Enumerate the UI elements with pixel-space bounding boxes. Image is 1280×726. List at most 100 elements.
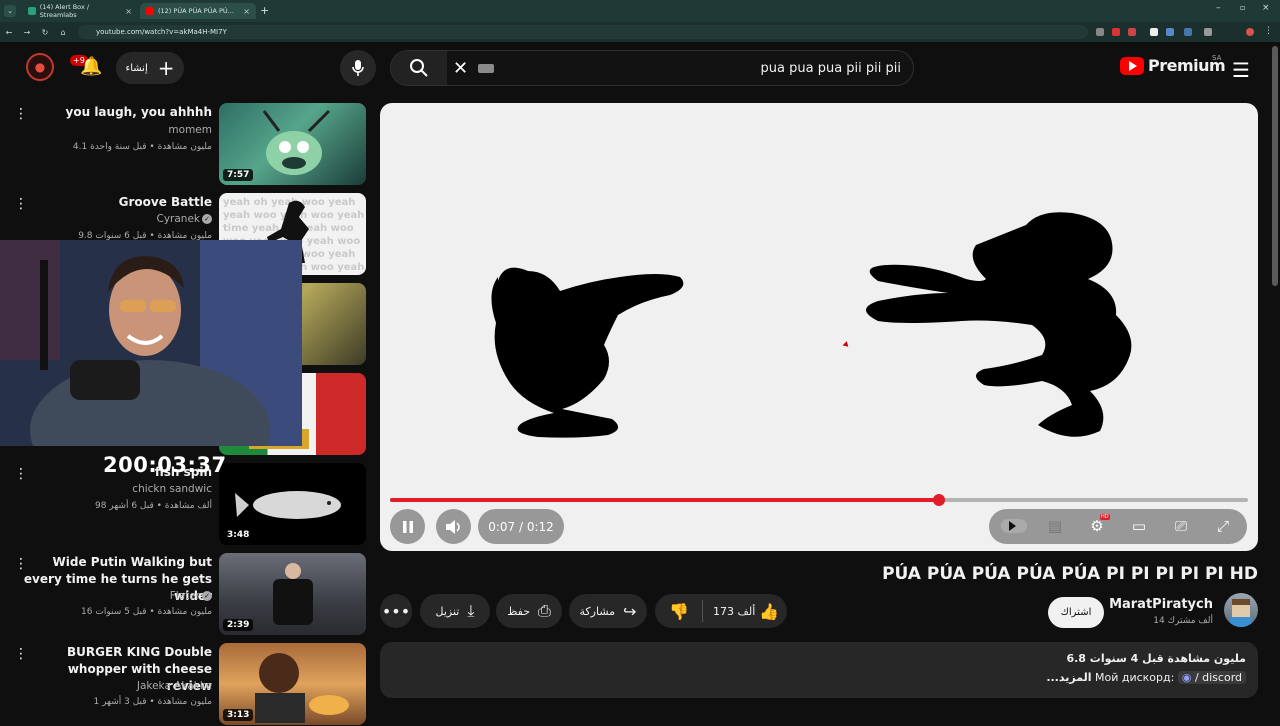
channel-name[interactable]: chickn sandwic <box>22 483 212 495</box>
extension-icon[interactable] <box>1112 28 1120 36</box>
browser-menu-icon[interactable]: ⋮ <box>1264 26 1273 36</box>
search-box: ✕ <box>390 50 914 86</box>
extension-icon[interactable] <box>1150 28 1158 36</box>
pause-button[interactable] <box>390 509 425 544</box>
video-frame-image <box>491 212 1132 438</box>
dislike-icon[interactable]: 👎 <box>669 602 689 621</box>
close-window-icon[interactable]: × <box>1262 3 1270 13</box>
notifications-bell-icon[interactable]: 🔔 <box>80 56 102 78</box>
keyboard-icon[interactable] <box>478 64 494 73</box>
tab-youtube[interactable]: (12) PÚA PÚA PÚA PÚ... × <box>140 3 256 19</box>
voice-search-mic-icon[interactable] <box>340 50 376 86</box>
discord-icon: ◉ <box>1181 671 1192 684</box>
video-title: PÚA PÚA PÚA PÚA PÚA PI PI PI PI PI HD <box>882 564 1258 584</box>
extension-icon[interactable] <box>1184 28 1192 36</box>
list-item[interactable]: ⋮ you laugh, you ahhhh momem 4.1 مليون م… <box>0 100 370 186</box>
profile-avatar[interactable] <box>1246 28 1254 36</box>
time-display: 0:07 / 0:12 <box>478 509 564 544</box>
miniplayer-icon[interactable]: ▭ <box>1129 517 1149 535</box>
progress-bar[interactable] <box>390 494 1248 506</box>
channel-name[interactable]: momem <box>22 124 212 136</box>
webcam-feed-image <box>0 240 302 446</box>
like-icon[interactable]: 👍 <box>759 602 779 621</box>
page-scrollbar[interactable] <box>1272 46 1278 286</box>
download-button[interactable]: تنزيل ⤓ <box>420 594 490 628</box>
volume-button[interactable] <box>436 509 471 544</box>
discord-link-chip[interactable]: ◉ / discord <box>1177 671 1246 684</box>
channel-name-row: Cyranek ✓ <box>22 213 212 225</box>
stream-timer: 200:03:37 <box>103 453 227 477</box>
duration-badge: 3:13 <box>223 709 254 721</box>
autoplay-toggle-icon[interactable] <box>1001 519 1027 533</box>
share-button[interactable]: مشاركة ↪ <box>569 594 647 628</box>
country-code: SA <box>1212 54 1222 62</box>
video-thumbnail[interactable]: 7:57 <box>219 103 366 185</box>
home-icon[interactable]: ⌂ <box>54 28 72 37</box>
volume-icon <box>445 519 460 534</box>
verified-check-icon: ✓ <box>202 214 212 224</box>
stream-record-icon: ● <box>26 53 54 81</box>
more-link[interactable]: ...المزيد <box>1046 671 1091 684</box>
url-text: youtube.com/watch?v=akMa4H-MI7Y <box>96 28 227 36</box>
extension-icon[interactable] <box>1096 28 1104 36</box>
channel-name[interactable]: Flater <box>170 590 200 602</box>
back-icon[interactable]: ← <box>0 28 18 37</box>
share-icon: ↪ <box>623 601 637 621</box>
tab-alert-box[interactable]: (14) Alert Box / Streamlabs × <box>22 3 138 19</box>
create-button[interactable]: إنشاء + <box>116 52 184 84</box>
video-meta: 1 مليون مشاهدة • قبل 3 أشهر <box>93 697 213 707</box>
channel-name[interactable]: Jakeka Akakke <box>22 680 212 692</box>
video-meta: 98 ألف مشاهدة • قبل 6 أشهر <box>94 501 212 511</box>
subtitles-icon[interactable]: ▤ <box>1045 517 1065 535</box>
youtube-logo-icon <box>1120 56 1144 75</box>
video-player[interactable]: 0:07 / 0:12 ▤ ⚙ HD ▭ ⎚ ⤢ <box>380 103 1258 551</box>
save-button[interactable]: حفظ ⎙ <box>496 594 562 628</box>
extension-icon[interactable] <box>1166 28 1174 36</box>
search-button[interactable] <box>391 51 447 85</box>
video-thumbnail[interactable]: 2:39 <box>219 553 366 635</box>
video-thumbnail[interactable]: 3:48 <box>219 463 366 545</box>
video-title[interactable]: Groove Battle <box>22 194 212 211</box>
hamburger-menu-icon[interactable]: ☰ <box>1232 58 1250 82</box>
create-label: إنشاء <box>125 62 148 74</box>
maximize-window-icon[interactable]: ▫ <box>1240 3 1245 12</box>
like-count: 173 ألف <box>713 604 756 618</box>
youtube-premium-logo[interactable]: Premium SA <box>1120 54 1226 75</box>
download-label: تنزيل <box>435 604 460 618</box>
pause-icon <box>402 520 413 533</box>
extension-icon[interactable] <box>1204 28 1212 36</box>
progress-scrubber[interactable] <box>933 494 946 506</box>
download-icon: ⤓ <box>467 601 475 620</box>
list-item[interactable]: ⋮ BURGER KING Double whopper with cheese… <box>0 640 370 726</box>
search-input[interactable] <box>521 57 901 79</box>
video-thumbnail[interactable]: 3:13 <box>219 643 366 725</box>
video-title[interactable]: you laugh, you ahhhh <box>22 104 212 121</box>
discord-link-text: / discord <box>1194 671 1242 684</box>
progress-fill <box>390 498 940 502</box>
forward-icon[interactable]: → <box>18 28 36 37</box>
description-box[interactable]: 6.8 مليون مشاهدة قبل 4 سنوات ...المزيد М… <box>380 642 1258 698</box>
subscribe-button[interactable]: اشتراك <box>1048 597 1104 628</box>
video-meta: 16 مليون مشاهدة • قبل 5 سنوات <box>81 607 212 617</box>
more-actions-button[interactable]: ••• <box>380 594 412 628</box>
close-tab-icon[interactable]: × <box>243 7 250 16</box>
extension-icon[interactable] <box>1128 28 1136 36</box>
address-bar[interactable]: youtube.com/watch?v=akMa4H-MI7Y <box>78 25 1088 39</box>
reload-icon[interactable]: ↻ <box>36 28 54 37</box>
fullscreen-icon[interactable]: ⤢ <box>1213 517 1233 535</box>
subscriber-count: 14 ألف مشترك <box>1153 616 1213 626</box>
description-line: ...المزيد Мой дискорд: ◉ / discord <box>1046 671 1246 684</box>
tab-label: (12) PÚA PÚA PÚA PÚ... <box>158 7 234 15</box>
cast-icon[interactable]: ⎚ <box>1171 517 1191 535</box>
channel-name[interactable]: Cyranek <box>157 213 201 225</box>
clear-search-icon[interactable]: ✕ <box>453 58 468 79</box>
tab-list-button[interactable]: ⌄ <box>4 5 16 17</box>
channel-name[interactable]: MaratPiratych <box>1109 597 1213 612</box>
new-tab-button[interactable]: + <box>260 4 269 17</box>
close-tab-icon[interactable]: × <box>125 7 132 16</box>
duration-badge: 2:39 <box>223 619 254 631</box>
bookmark-icon: ⎙ <box>538 601 551 620</box>
channel-avatar[interactable] <box>1224 593 1258 627</box>
minimize-window-icon[interactable]: – <box>1216 3 1221 13</box>
list-item[interactable]: ⋮ Wide Putin Walking but every time he t… <box>0 550 370 636</box>
